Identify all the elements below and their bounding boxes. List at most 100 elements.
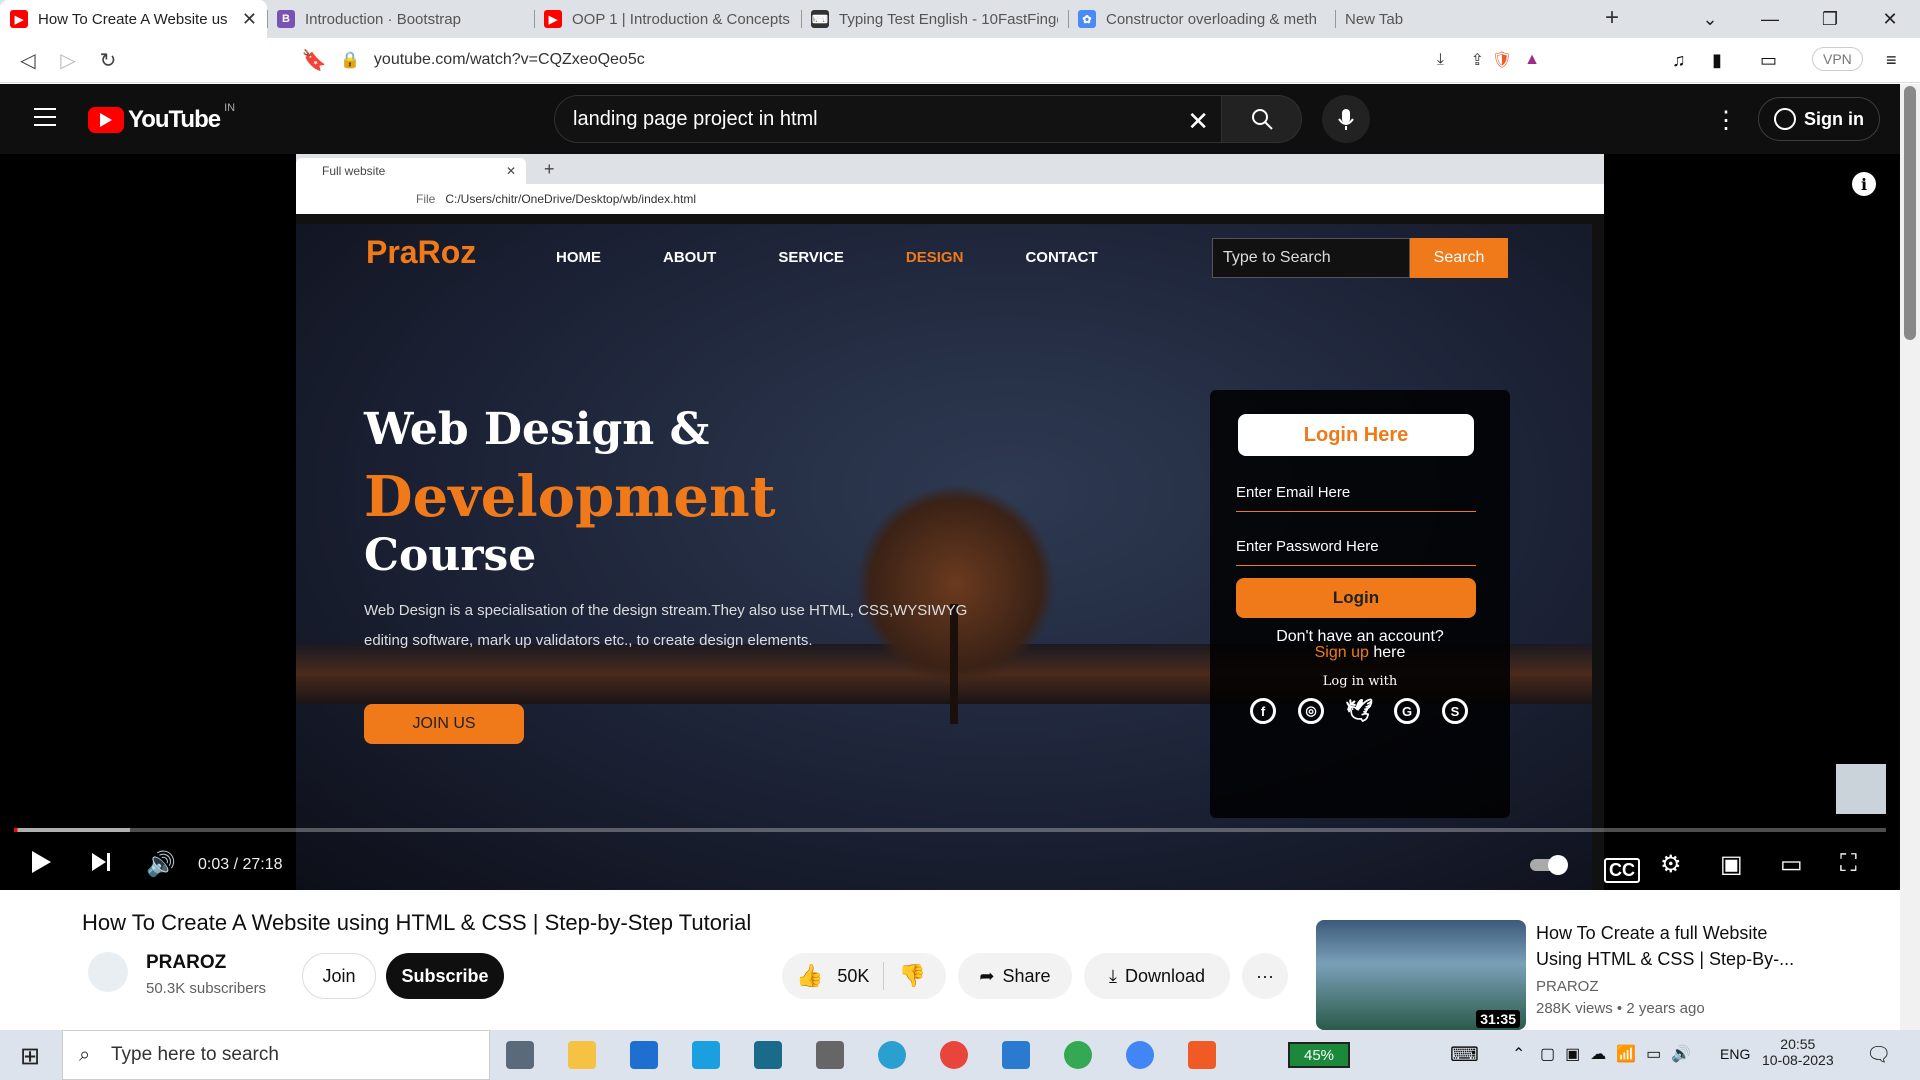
site-nav-service: SERVICE	[778, 249, 844, 266]
miniplayer-icon[interactable]: ▣	[1720, 850, 1743, 879]
sign-in-button[interactable]: Sign in	[1758, 97, 1880, 141]
edge-icon[interactable]	[878, 1041, 906, 1069]
tab-youtube[interactable]: ▶ How To Create A Website us ✕	[0, 0, 267, 38]
search-button[interactable]	[1222, 95, 1302, 143]
tab-typing-test[interactable]: ⌨ Typing Test English - 10FastFinge	[801, 0, 1068, 38]
media-icon[interactable]: ♫	[1672, 50, 1686, 71]
join-button[interactable]: Join	[302, 953, 376, 999]
cortana-icon[interactable]	[754, 1041, 782, 1069]
like-count[interactable]: 50K	[837, 966, 869, 987]
dislike-icon[interactable]: 👎	[898, 963, 925, 989]
chrome-profile-icon[interactable]	[940, 1041, 968, 1069]
url-text: youtube.com/watch?v=CQZxeoQeo5c	[373, 51, 645, 68]
subscribe-button[interactable]: Subscribe	[386, 953, 504, 999]
subtitles-cc-button[interactable]: CC	[1604, 858, 1640, 883]
settings-more-icon[interactable]: ⋮	[1714, 106, 1738, 135]
battery-widget[interactable]: 45%	[1288, 1042, 1350, 1068]
minimize-button[interactable]: —	[1740, 9, 1800, 30]
notifications-icon[interactable]: 🗨	[1866, 1042, 1891, 1067]
recommended-channel[interactable]: PRAROZ	[1536, 978, 1599, 995]
video-player[interactable]: Full website ✕ + File C:/Users/chitr/One…	[0, 154, 1900, 890]
recommended-thumbnail[interactable]: 31:35	[1316, 920, 1526, 1030]
tab-constructor[interactable]: ✿ Constructor overloading & meth	[1068, 0, 1335, 38]
tray-chevron-icon[interactable]: ⌃	[1512, 1044, 1525, 1064]
camera-icon[interactable]	[816, 1041, 844, 1069]
progress-bar[interactable]	[14, 828, 1886, 832]
youtube-logo[interactable]: YouTube IN	[88, 102, 235, 134]
inner-new-tab-icon: +	[544, 158, 555, 179]
window-controls: ⌄ — ❐ ✕	[1680, 0, 1920, 38]
autoplay-toggle[interactable]	[1530, 854, 1572, 883]
info-icon[interactable]: i	[1852, 172, 1876, 196]
next-button[interactable]	[90, 850, 112, 881]
close-window-button[interactable]: ✕	[1860, 9, 1920, 30]
language-indicator[interactable]: ENG	[1720, 1046, 1750, 1062]
vpn-button[interactable]: VPN	[1812, 47, 1863, 71]
landing-page-preview: PraRoz HOME ABOUT SERVICE DESIGN CONTACT…	[296, 224, 1592, 890]
tab-oop[interactable]: ▶ OOP 1 | Introduction & Concepts	[534, 0, 801, 38]
hamburger-menu-icon[interactable]	[34, 108, 56, 132]
fullscreen-icon[interactable]: ⛶	[1840, 850, 1857, 878]
vscode-icon[interactable]	[1002, 1041, 1030, 1069]
browser-toolbar: ◁ ▷ ↻ 🔖 🔒 youtube.com/watch?v=CQZxeoQeo5…	[0, 38, 1920, 83]
back-icon[interactable]: ◁	[8, 48, 48, 73]
restore-button[interactable]: ❐	[1800, 9, 1860, 30]
brave-shields-icon[interactable]: 🛡	[1492, 50, 1512, 70]
page-scrollbar[interactable]	[1900, 84, 1920, 1030]
install-icon[interactable]: ⤓	[1437, 51, 1444, 69]
scrollbar-thumb[interactable]	[1904, 86, 1916, 340]
bookmark-icon[interactable]: 🔖	[294, 48, 334, 73]
mail-icon[interactable]	[630, 1041, 658, 1069]
keyboard-icon[interactable]: ⌨	[1450, 1042, 1479, 1067]
taskbar-search-input[interactable]: ⌕ Type here to search	[62, 1030, 490, 1080]
file-explorer-icon[interactable]	[568, 1041, 596, 1069]
login-card: Login Here Enter Email Here Enter Passwo…	[1210, 390, 1510, 818]
site-brand: PraRoz	[366, 234, 477, 270]
inner-address-bar: File C:/Users/chitr/OneDrive/Desktop/wb/…	[296, 184, 1604, 214]
search-input[interactable]: landing page project in html ✕	[554, 95, 1222, 143]
progress-fill	[14, 828, 131, 832]
clear-search-icon[interactable]: ✕	[1187, 106, 1209, 137]
reload-icon[interactable]: ↻	[88, 48, 128, 73]
clock[interactable]: 20:55 10-08-2023	[1762, 1036, 1834, 1068]
forward-icon[interactable]: ▷	[48, 48, 88, 73]
menu-icon[interactable]: ≡	[1886, 50, 1897, 71]
tab-bootstrap[interactable]: B Introduction · Bootstrap	[267, 0, 534, 38]
channel-watermark[interactable]	[1836, 764, 1886, 814]
address-bar[interactable]: 🔒 youtube.com/watch?v=CQZxeoQeo5c ⤓ ⇪ 🛡 …	[340, 44, 1554, 76]
channel-avatar[interactable]	[88, 952, 128, 992]
share-arrow-icon: ➦	[979, 965, 995, 986]
youtube-header: YouTube IN landing page project in html …	[0, 84, 1900, 154]
wallet-icon[interactable]: ▭	[1760, 50, 1777, 71]
task-view-icon[interactable]	[506, 1041, 534, 1069]
l-app-icon[interactable]	[692, 1041, 720, 1069]
new-tab-button[interactable]: +	[1605, 4, 1619, 32]
close-tab-icon[interactable]: ✕	[242, 9, 257, 30]
tab-title: Constructor overloading & meth	[1106, 10, 1317, 28]
brave-icon[interactable]	[1188, 1041, 1216, 1069]
channel-name[interactable]: PRAROZ	[146, 952, 226, 974]
brave-rewards-icon[interactable]: ▲	[1524, 51, 1540, 69]
share-icon[interactable]: ⇪	[1471, 50, 1484, 70]
volume-icon[interactable]: 🔊	[146, 850, 176, 879]
share-button[interactable]: ➦ Share	[958, 953, 1072, 999]
tab-search-chevron-icon[interactable]: ⌄	[1680, 9, 1740, 30]
theater-mode-icon[interactable]: ▭	[1780, 850, 1803, 879]
subscriber-count: 50.3K subscribers	[146, 980, 267, 997]
recommended-title[interactable]: How To Create a full Website Using HTML …	[1536, 920, 1796, 972]
like-icon[interactable]: 👍	[796, 963, 823, 989]
windows-start-icon[interactable]: ⊞	[20, 1042, 40, 1071]
search-icon: ⌕	[79, 1043, 91, 1066]
voice-search-button[interactable]	[1322, 95, 1370, 143]
download-button[interactable]: ⤓ Download	[1084, 953, 1230, 999]
tab-new-tab[interactable]: New Tab	[1335, 0, 1495, 38]
site-nav-contact: CONTACT	[1025, 249, 1098, 266]
play-button[interactable]	[30, 850, 52, 881]
chrome-icon[interactable]	[1064, 1041, 1092, 1069]
tab-title: How To Create A Website us	[38, 10, 228, 28]
sidebar-icon[interactable]: ▮	[1712, 50, 1722, 71]
puzzle-favicon-icon: ✿	[1078, 10, 1096, 28]
settings-gear-icon[interactable]: ⚙	[1660, 850, 1682, 879]
chrome-profile-2-icon[interactable]	[1126, 1041, 1154, 1069]
more-actions-button[interactable]: ···	[1242, 953, 1288, 999]
